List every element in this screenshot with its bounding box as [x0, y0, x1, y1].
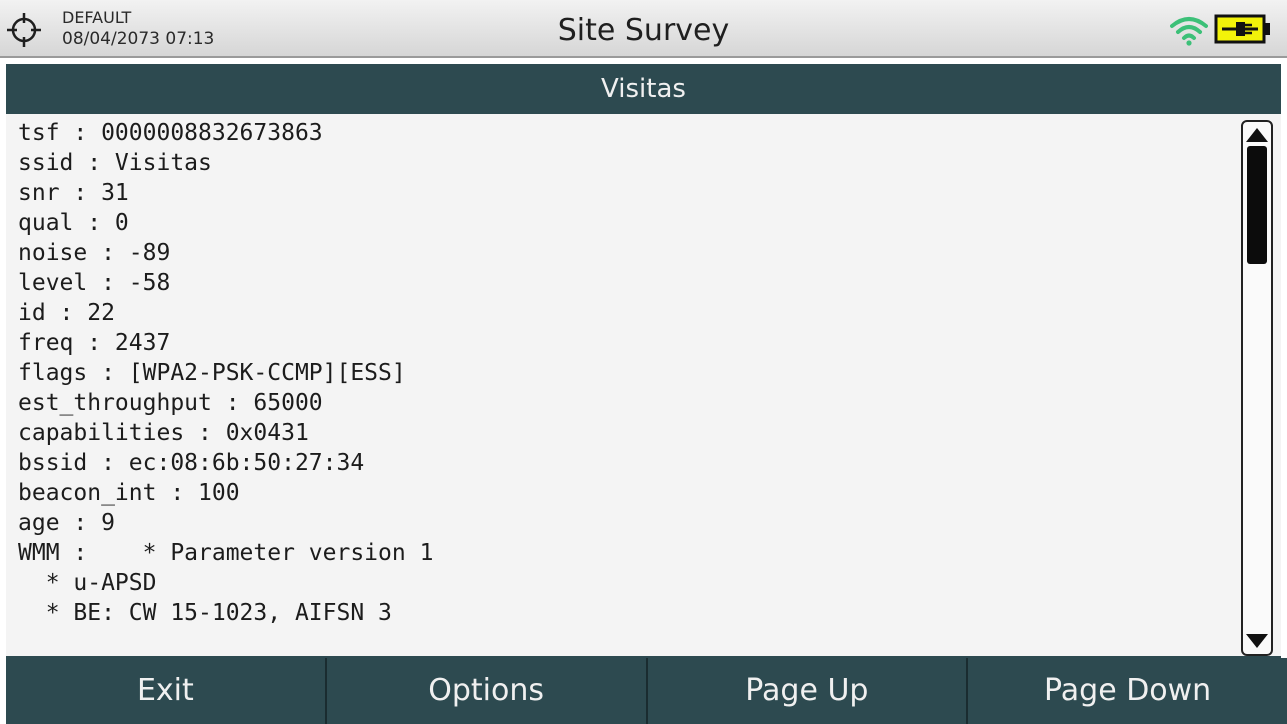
- battery-charging-icon: [1214, 14, 1270, 44]
- scroll-thumb[interactable]: [1247, 146, 1267, 264]
- detail-line: bssid : ec:08:6b:50:27:34: [18, 450, 365, 476]
- app-title: Site Survey: [557, 13, 730, 48]
- exit-button[interactable]: Exit: [6, 658, 327, 724]
- detail-line: est_throughput : 65000: [18, 390, 323, 416]
- detail-line: * u-APSD: [18, 570, 157, 596]
- detail-line: tsf : 0000008832673863: [18, 120, 323, 146]
- detail-line: flags : [WPA2-PSK-CCMP][ESS]: [18, 360, 406, 386]
- detail-line: snr : 31: [18, 180, 129, 206]
- page-down-button[interactable]: Page Down: [968, 658, 1287, 724]
- detail-line: * BE: CW 15-1023, AIFSN 3: [18, 600, 392, 626]
- scrollbar[interactable]: [1241, 120, 1273, 656]
- wifi-icon: [1170, 17, 1208, 46]
- status-bar: DEFAULT 08/04/2073 07:13 Site Survey: [0, 0, 1287, 58]
- detail-line: noise : -89: [18, 240, 171, 266]
- scroll-up-arrow-icon[interactable]: [1243, 124, 1271, 146]
- detail-line: capabilities : 0x0431: [18, 420, 309, 446]
- network-details[interactable]: tsf : 0000008832673863 ssid : Visitas sn…: [6, 114, 1281, 658]
- detail-line: freq : 2437: [18, 330, 171, 356]
- page-up-button[interactable]: Page Up: [647, 658, 969, 724]
- detail-line: beacon_int : 100: [18, 480, 240, 506]
- detail-line: age : 9: [18, 510, 115, 536]
- scroll-down-arrow-icon[interactable]: [1243, 630, 1271, 652]
- section-title: Visitas: [6, 64, 1281, 114]
- softkey-bar: Exit Options Page Up Page Down: [6, 658, 1287, 724]
- options-button[interactable]: Options: [326, 658, 648, 724]
- detail-line: WMM : * Parameter version 1: [18, 540, 434, 566]
- detail-line: qual : 0: [18, 210, 129, 236]
- detail-line: ssid : Visitas: [18, 150, 212, 176]
- detail-line: level : -58: [18, 270, 171, 296]
- detail-line: id : 22: [18, 300, 115, 326]
